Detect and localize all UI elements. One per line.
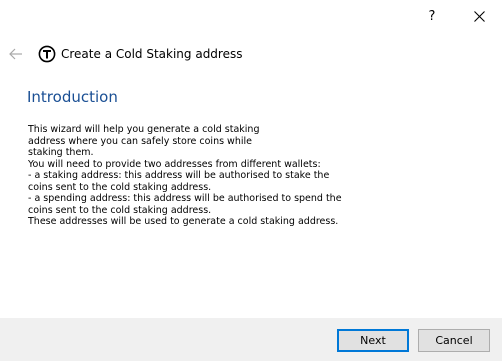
title-bar: ?: [0, 0, 502, 32]
wizard-header: Create a Cold Staking address: [0, 40, 502, 70]
next-button[interactable]: Next: [337, 329, 409, 352]
description-line: These addresses will be used to generate…: [28, 216, 339, 227]
close-button[interactable]: [467, 4, 491, 28]
description-line: - a staking address: this address will b…: [28, 170, 330, 181]
description-line: staking them.: [28, 147, 94, 158]
intro-description: This wizard will help you generate a col…: [28, 124, 388, 228]
page-title: Introduction: [27, 88, 118, 106]
description-line: - a spending address: this address will …: [28, 193, 342, 204]
help-button[interactable]: ?: [420, 4, 444, 28]
description-line: This wizard will help you generate a col…: [28, 124, 260, 135]
back-button[interactable]: [6, 44, 26, 64]
description-line: coins sent to the cold staking address.: [28, 181, 212, 193]
close-icon: [473, 10, 485, 22]
description-line: You will need to provide two addresses f…: [28, 158, 321, 170]
back-arrow-icon: [9, 48, 22, 60]
wizard-title: Create a Cold Staking address: [61, 47, 243, 61]
wizard-footer: Next Cancel: [0, 318, 502, 361]
description-line: coins sent to the cold staking address.: [28, 204, 212, 216]
question-mark-icon: ?: [428, 8, 436, 24]
app-logo-icon: [38, 45, 56, 63]
description-line: address where you can safely store coins…: [28, 135, 252, 147]
cancel-button[interactable]: Cancel: [418, 329, 490, 352]
